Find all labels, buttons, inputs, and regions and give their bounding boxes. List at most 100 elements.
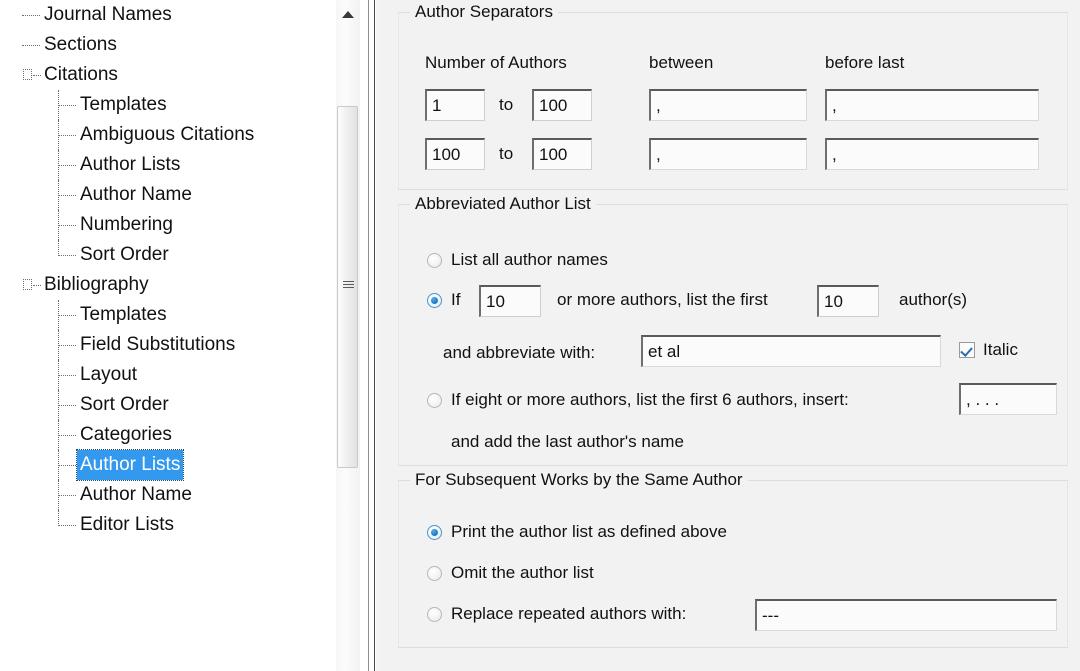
radio-replace-repeated-authors[interactable] bbox=[427, 607, 442, 622]
scroll-up-arrow-icon[interactable] bbox=[342, 11, 354, 18]
tree-expander-icon[interactable] bbox=[23, 279, 32, 290]
tree-item-label: Templates bbox=[80, 304, 167, 325]
label-if-prefix: If bbox=[451, 290, 461, 309]
insert-separator-field[interactable]: , . . . bbox=[959, 383, 1057, 415]
tree-item-author-lists[interactable]: Author Lists bbox=[0, 150, 334, 180]
settings-panel: Author Separators Number of Authors betw… bbox=[376, 0, 1080, 671]
tree-item-journal-names[interactable]: Journal Names bbox=[0, 0, 334, 30]
tree-item-author-lists[interactable]: Author Lists bbox=[0, 449, 334, 481]
tree-connector-dots bbox=[58, 225, 76, 226]
before-last-separator-field-row1[interactable]: , bbox=[825, 89, 1039, 121]
authors-from-field-row1[interactable]: 1 bbox=[425, 89, 485, 121]
tree-connector-dots bbox=[33, 285, 41, 286]
abbreviate-with-field[interactable]: et al bbox=[641, 335, 941, 367]
label-add-last-author-name: and add the last author's name bbox=[451, 432, 684, 451]
tree-connector-dots bbox=[58, 315, 76, 316]
tree-item-bibliography[interactable]: Bibliography bbox=[0, 270, 334, 300]
tree-connector-dots bbox=[58, 495, 76, 496]
radio-print-author-list-as-defined[interactable] bbox=[427, 525, 442, 540]
tree-item-layout[interactable]: Layout bbox=[0, 360, 334, 390]
tree-connector-dots bbox=[58, 375, 76, 376]
scrollbar-track[interactable] bbox=[336, 0, 360, 671]
to-label-row1: to bbox=[499, 95, 514, 114]
tree-connector-line bbox=[58, 510, 59, 526]
tree-item-label: Sort Order bbox=[80, 244, 169, 265]
tree-connector-dots bbox=[58, 435, 76, 436]
authors-to-field-row1[interactable]: 100 bbox=[532, 89, 592, 121]
tree-item-ambiguous-citations[interactable]: Ambiguous Citations bbox=[0, 120, 334, 150]
tree-item-label: Field Substitutions bbox=[80, 334, 236, 355]
tree-item-author-name[interactable]: Author Name bbox=[0, 180, 334, 210]
tree-item-categories[interactable]: Categories bbox=[0, 420, 334, 450]
tree-item-label: Citations bbox=[44, 64, 118, 85]
label-or-more-authors-list-first: or more authors, list the first bbox=[557, 290, 768, 309]
tree-item-author-name[interactable]: Author Name bbox=[0, 480, 334, 510]
tree-item-label: Author Name bbox=[80, 184, 192, 205]
tree-item-editor-lists[interactable]: Editor Lists bbox=[0, 510, 334, 540]
tree-item-sections[interactable]: Sections bbox=[0, 30, 334, 60]
tree-vertical-scrollbar[interactable] bbox=[336, 0, 360, 671]
authors-from-field-row2[interactable]: 100 bbox=[425, 138, 485, 170]
tree-connector-dots bbox=[58, 405, 76, 406]
tree-item-label: Templates bbox=[80, 94, 167, 115]
radio-if-eight-or-more-authors[interactable] bbox=[427, 393, 442, 408]
tree-item-label: Numbering bbox=[80, 214, 173, 235]
tree-item-numbering[interactable]: Numbering bbox=[0, 210, 334, 240]
radio-omit-author-list[interactable] bbox=[427, 566, 442, 581]
tree-item-sort-order[interactable]: Sort Order bbox=[0, 240, 334, 270]
between-separator-field-row1[interactable]: , bbox=[649, 89, 807, 121]
between-separator-field-row2[interactable]: , bbox=[649, 138, 807, 170]
tree-item-label: Author Lists bbox=[80, 154, 181, 175]
tree-item-label: Categories bbox=[80, 424, 172, 445]
italic-checkbox[interactable] bbox=[959, 342, 975, 358]
to-label-row2: to bbox=[499, 144, 514, 163]
tree-expander-icon[interactable] bbox=[23, 69, 32, 80]
label-author-s: author(s) bbox=[899, 290, 968, 309]
tree-connector-dots bbox=[22, 45, 40, 46]
column-header-between: between bbox=[649, 53, 714, 72]
authors-to-field-row2[interactable]: 100 bbox=[532, 138, 592, 170]
pane-divider-left bbox=[368, 0, 369, 671]
pane-divider-right bbox=[374, 0, 375, 671]
replace-repeated-authors-field[interactable]: --- bbox=[755, 599, 1057, 631]
tree-connector-dots bbox=[22, 15, 40, 16]
tree-item-label: Author Name bbox=[80, 484, 192, 505]
tree-connector-dots bbox=[58, 465, 76, 466]
tree-connector-dots bbox=[58, 105, 76, 106]
label-list-all-author-names: List all author names bbox=[451, 250, 608, 269]
tree-connector-dots bbox=[58, 165, 76, 166]
label-if-eight-or-more-authors: If eight or more authors, list the first… bbox=[451, 390, 849, 409]
tree-item-label: Sort Order bbox=[80, 394, 169, 415]
tree-item-templates[interactable]: Templates bbox=[0, 300, 334, 330]
radio-if-n-or-more-authors[interactable] bbox=[427, 293, 442, 308]
tree-item-templates[interactable]: Templates bbox=[0, 90, 334, 120]
column-header-before-last: before last bbox=[825, 53, 905, 72]
abbreviated-author-list-title: Abbreviated Author List bbox=[410, 194, 596, 214]
tree-item-field-substitutions[interactable]: Field Substitutions bbox=[0, 330, 334, 360]
tree-item-label: Author Lists bbox=[75, 449, 185, 481]
tree-connector-dots bbox=[33, 75, 41, 76]
radio-list-all-author-names[interactable] bbox=[427, 253, 442, 268]
label-italic: Italic bbox=[983, 340, 1018, 359]
tree-item-label: Layout bbox=[80, 364, 138, 385]
before-last-separator-field-row2[interactable]: , bbox=[825, 138, 1039, 170]
scrollbar-thumb[interactable] bbox=[337, 106, 358, 468]
label-print-author-list-as-defined: Print the author list as defined above bbox=[451, 522, 727, 541]
tree-item-sort-order[interactable]: Sort Order bbox=[0, 390, 334, 420]
tree-item-citations[interactable]: Citations bbox=[0, 60, 334, 90]
scrollbar-grip-icon bbox=[343, 281, 354, 293]
tree-connector-dots bbox=[58, 255, 76, 256]
threshold-authors-field[interactable]: 10 bbox=[479, 285, 541, 317]
tree-connector-dots bbox=[58, 195, 76, 196]
column-header-number-of-authors: Number of Authors bbox=[425, 53, 567, 72]
tree-item-label: Editor Lists bbox=[80, 514, 174, 535]
abbreviated-author-list-group: Abbreviated Author List List all author … bbox=[398, 194, 1068, 466]
label-and-abbreviate-with: and abbreviate with: bbox=[443, 343, 596, 362]
first-authors-count-field[interactable]: 10 bbox=[817, 285, 879, 317]
subsequent-works-title: For Subsequent Works by the Same Author bbox=[410, 470, 748, 490]
tree-connector-dots bbox=[58, 525, 76, 526]
author-separators-group: Author Separators Number of Authors betw… bbox=[398, 2, 1068, 190]
navigation-tree[interactable]: Journal Names Sections Citations Templates A… bbox=[0, 0, 334, 671]
tree-item-label: Journal Names bbox=[44, 4, 172, 25]
subsequent-works-group: For Subsequent Works by the Same Author … bbox=[398, 470, 1068, 648]
